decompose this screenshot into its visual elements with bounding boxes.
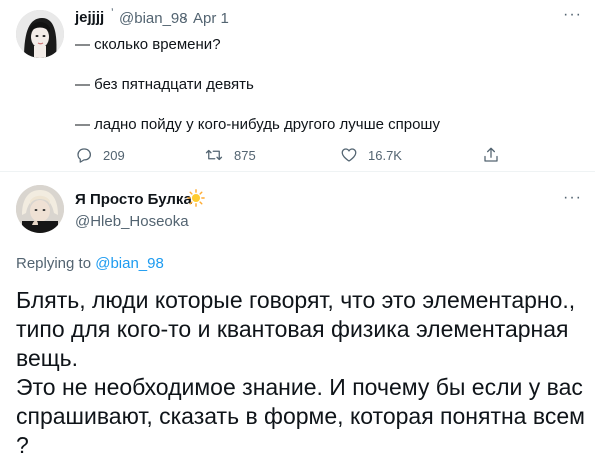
tweet-date[interactable]: Apr 1 (193, 10, 229, 27)
heart-icon (341, 148, 357, 162)
avatar[interactable] (16, 10, 64, 58)
tweet-text-line: ? (16, 432, 29, 458)
tweet-text-line: — ладно пойду у кого-нибудь другого лучш… (75, 116, 440, 133)
more-options-icon[interactable]: ··· (563, 6, 582, 24)
avatar-photo (16, 185, 64, 233)
display-name[interactable]: Я Просто Булка (75, 191, 192, 208)
user-handle[interactable]: @Hleb_Hoseoka (75, 213, 189, 230)
mention-link[interactable]: @bian_98 (95, 255, 164, 272)
tweet-text-line: — сколько времени? (75, 36, 221, 53)
tweet-text: Блять, люди которые говорят, что это эле… (16, 286, 591, 460)
share-icon (484, 147, 498, 162)
divider (0, 171, 595, 172)
quoted-tweet[interactable]: jejjjj ʼ @bian_98 · Apr 1 ··· — сколько … (0, 0, 595, 170)
reply-button[interactable]: 209 (75, 145, 125, 165)
tweet-text-line: Блять, люди которые говорят, что это эле… (16, 287, 576, 313)
separator-dot: · (182, 10, 187, 27)
retweet-button[interactable]: 875 (204, 145, 256, 165)
name-badge: ʼ (111, 6, 114, 20)
replying-to-label: Replying to (16, 255, 96, 272)
reply-count: 209 (103, 147, 125, 163)
avatar-photo (16, 10, 64, 58)
more-options-icon[interactable]: ··· (563, 189, 582, 207)
user-handle[interactable]: @bian_98 (119, 10, 188, 27)
retweet-count: 875 (234, 147, 256, 163)
reply-icon (77, 148, 92, 163)
tweet-text-line: вещь. (16, 345, 79, 371)
replying-to: Replying to @bian_98 (16, 255, 164, 272)
tweet-text-line: Это не необходимое знание. И почему бы е… (16, 374, 583, 400)
display-name[interactable]: jejjjj (75, 9, 104, 26)
like-button[interactable]: 16.7K (340, 145, 402, 165)
tweet-text-line: спрашивают, сказать в форме, которая пон… (16, 403, 585, 429)
tweet-text-line: — без пятнадцати девять (75, 76, 254, 93)
tweet-text-line: типо для кого-то и квантовая физика элем… (16, 316, 569, 342)
retweet-icon (205, 149, 223, 161)
like-count: 16.7K (368, 147, 402, 163)
avatar[interactable] (16, 185, 64, 233)
sun-emoji-icon (187, 189, 205, 207)
share-button[interactable] (482, 145, 500, 165)
